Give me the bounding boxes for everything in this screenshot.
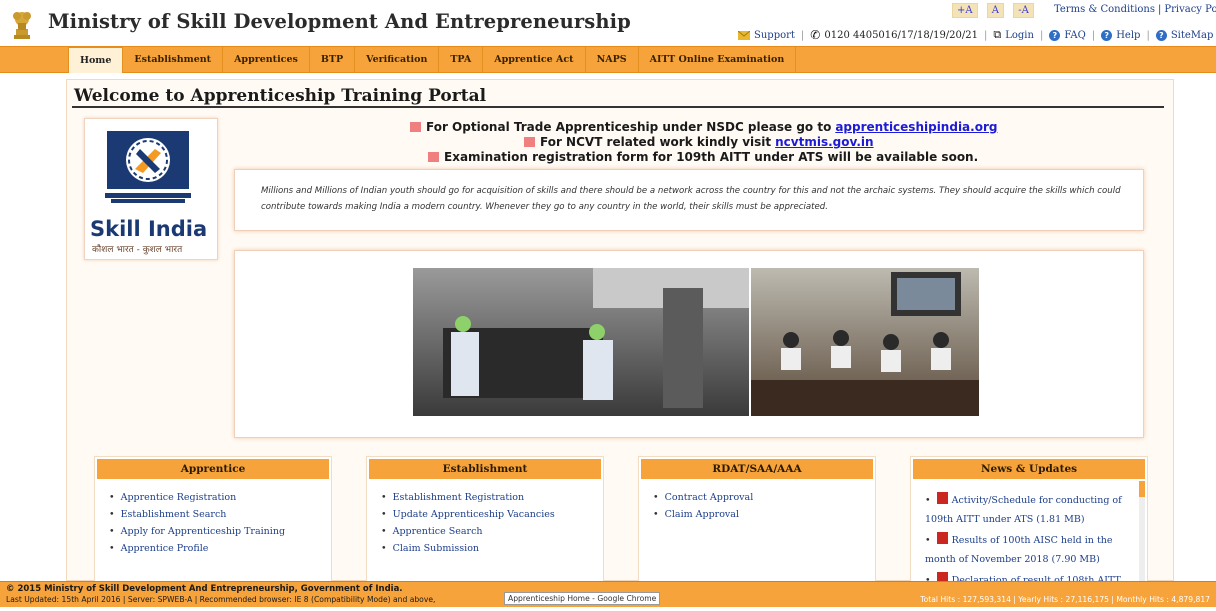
font-normal-button[interactable]: A bbox=[986, 3, 1005, 18]
list-item[interactable]: Apprentice Registration bbox=[109, 489, 285, 506]
top-links: Terms & Conditions|Privacy Policy bbox=[1054, 4, 1216, 15]
establishment-card: Establishment Establishment Registration… bbox=[366, 456, 604, 598]
card-title: Apprentice bbox=[97, 459, 329, 479]
notice-bullet-icon bbox=[428, 152, 439, 162]
ncvtmis-link[interactable]: ncvtmis.gov.in bbox=[775, 135, 873, 149]
list-item[interactable]: Apprentice Search bbox=[381, 523, 555, 540]
notice-ncvt: For NCVT related work kindly visit ncvtm… bbox=[524, 135, 874, 149]
notice-text: For Optional Trade Apprenticeship under … bbox=[426, 120, 832, 134]
notice-nsdc: For Optional Trade Apprenticeship under … bbox=[410, 120, 997, 134]
page-title: Welcome to Apprenticeship Training Porta… bbox=[74, 86, 487, 106]
card-title: Establishment bbox=[369, 459, 601, 479]
apprentice-card: Apprentice Apprentice Registration Estab… bbox=[94, 456, 332, 598]
nav-naps[interactable]: NAPS bbox=[586, 47, 639, 72]
sitemap-link[interactable]: ? SiteMap bbox=[1155, 29, 1214, 41]
national-emblem-icon bbox=[13, 12, 31, 39]
mail-icon bbox=[738, 30, 750, 40]
site-header: Ministry of Skill Development And Entrep… bbox=[0, 0, 1216, 46]
privacy-link[interactable]: Privacy Policy bbox=[1164, 4, 1216, 15]
notice-text: For NCVT related work kindly visit bbox=[540, 135, 772, 149]
font-decrease-button[interactable]: -A bbox=[1013, 3, 1034, 18]
quote-text: Millions and Millions of Indian youth sh… bbox=[261, 186, 1121, 212]
notice-bullet-icon bbox=[410, 122, 421, 132]
skill-india-emblem-icon bbox=[105, 131, 191, 203]
list-item[interactable]: Claim Approval bbox=[653, 506, 753, 523]
nav-establishment[interactable]: Establishment bbox=[123, 47, 224, 72]
list-item[interactable]: Establishment Search bbox=[109, 506, 285, 523]
rdat-card: RDAT/SAA/AAA Contract Approval Claim App… bbox=[638, 456, 876, 598]
phone-info: ✆ 0120 4405016/17/18/19/20/21 bbox=[810, 28, 978, 42]
last-updated-text: Last Updated: 15th April 2016 | Server: … bbox=[6, 595, 436, 604]
phone-number: 0120 4405016/17/18/19/20/21 bbox=[824, 29, 978, 41]
news-updates-card: News & Updates Activity/Schedule for con… bbox=[910, 456, 1148, 605]
site-title: Ministry of Skill Development And Entrep… bbox=[48, 10, 631, 33]
notice-exam: Examination registration form for 109th … bbox=[428, 150, 978, 164]
phone-icon: ✆ bbox=[810, 28, 821, 42]
list-item[interactable]: Claim Submission bbox=[381, 540, 555, 557]
faq-link[interactable]: ? FAQ bbox=[1049, 29, 1086, 41]
utility-bar: Support | ✆ 0120 4405016/17/18/19/20/21 … bbox=[738, 28, 1216, 42]
list-item[interactable]: Contract Approval bbox=[653, 489, 754, 506]
font-increase-button[interactable]: +A bbox=[952, 3, 978, 18]
sitemap-label: SiteMap bbox=[1170, 29, 1214, 41]
list-item[interactable]: Update Apprenticeship Vacancies bbox=[381, 506, 555, 523]
apprenticeshipindia-link[interactable]: apprenticeshipindia.org bbox=[835, 120, 997, 134]
copyright-text: © 2015 Ministry of Skill Development And… bbox=[6, 584, 403, 594]
list-item[interactable]: Establishment Registration bbox=[381, 489, 555, 506]
classroom-photo bbox=[751, 268, 979, 416]
pdf-icon bbox=[936, 492, 948, 504]
help-label: Help bbox=[1116, 29, 1141, 41]
workshop-photo bbox=[413, 268, 749, 416]
nav-apprentice-act[interactable]: Apprentice Act bbox=[483, 47, 586, 72]
login-label: Login bbox=[1005, 29, 1034, 41]
support-link[interactable]: Support bbox=[738, 30, 795, 41]
main-nav: Home Establishment Apprentices BTP Verif… bbox=[0, 46, 1216, 73]
nav-tpa[interactable]: TPA bbox=[439, 47, 484, 72]
news-scrollbar[interactable] bbox=[1139, 481, 1145, 593]
quote-box: Millions and Millions of Indian youth sh… bbox=[234, 169, 1144, 231]
nav-verification[interactable]: Verification bbox=[355, 47, 440, 72]
list-item[interactable]: Apply for Apprenticeship Training bbox=[109, 523, 285, 540]
help-link[interactable]: ? Help bbox=[1101, 29, 1141, 41]
hit-counter: Total Hits : 127,593,314 | Yearly Hits :… bbox=[920, 595, 1210, 604]
nav-apprentices[interactable]: Apprentices bbox=[223, 47, 310, 72]
question-icon: ? bbox=[1155, 29, 1167, 41]
skill-india-tagline: कौशल भारत - कुशल भारत bbox=[92, 245, 183, 255]
notice-bullet-icon bbox=[524, 137, 535, 147]
skill-india-wordmark: Skill India bbox=[90, 217, 208, 241]
font-size-controls: +A A -A bbox=[952, 3, 1040, 18]
terms-link[interactable]: Terms & Conditions bbox=[1054, 4, 1155, 15]
photo-banner bbox=[234, 250, 1144, 438]
question-icon: ? bbox=[1049, 29, 1061, 41]
nav-home[interactable]: Home bbox=[68, 47, 124, 73]
browser-tooltip: Apprenticeship Home - Google Chrome bbox=[504, 592, 661, 605]
support-label: Support bbox=[754, 29, 795, 41]
title-divider bbox=[72, 106, 1164, 108]
login-icon: ⧉ bbox=[993, 28, 1002, 41]
list-item[interactable]: Apprentice Profile bbox=[109, 540, 285, 557]
news-item[interactable]: Activity/Schedule for conducting of 109t… bbox=[925, 491, 1131, 529]
login-link[interactable]: ⧉ Login bbox=[993, 28, 1034, 42]
pdf-icon bbox=[936, 532, 948, 544]
nav-aitt-online-exam[interactable]: AITT Online Examination bbox=[639, 47, 797, 72]
question-icon: ? bbox=[1101, 29, 1113, 41]
scroll-thumb[interactable] bbox=[1139, 481, 1145, 497]
card-title: News & Updates bbox=[913, 459, 1145, 479]
faq-label: FAQ bbox=[1064, 29, 1086, 41]
notice-text: Examination registration form for 109th … bbox=[444, 150, 979, 164]
card-title: RDAT/SAA/AAA bbox=[641, 459, 873, 479]
nav-btp[interactable]: BTP bbox=[310, 47, 356, 72]
news-item[interactable]: Results of 100th AISC held in the month … bbox=[925, 531, 1131, 569]
